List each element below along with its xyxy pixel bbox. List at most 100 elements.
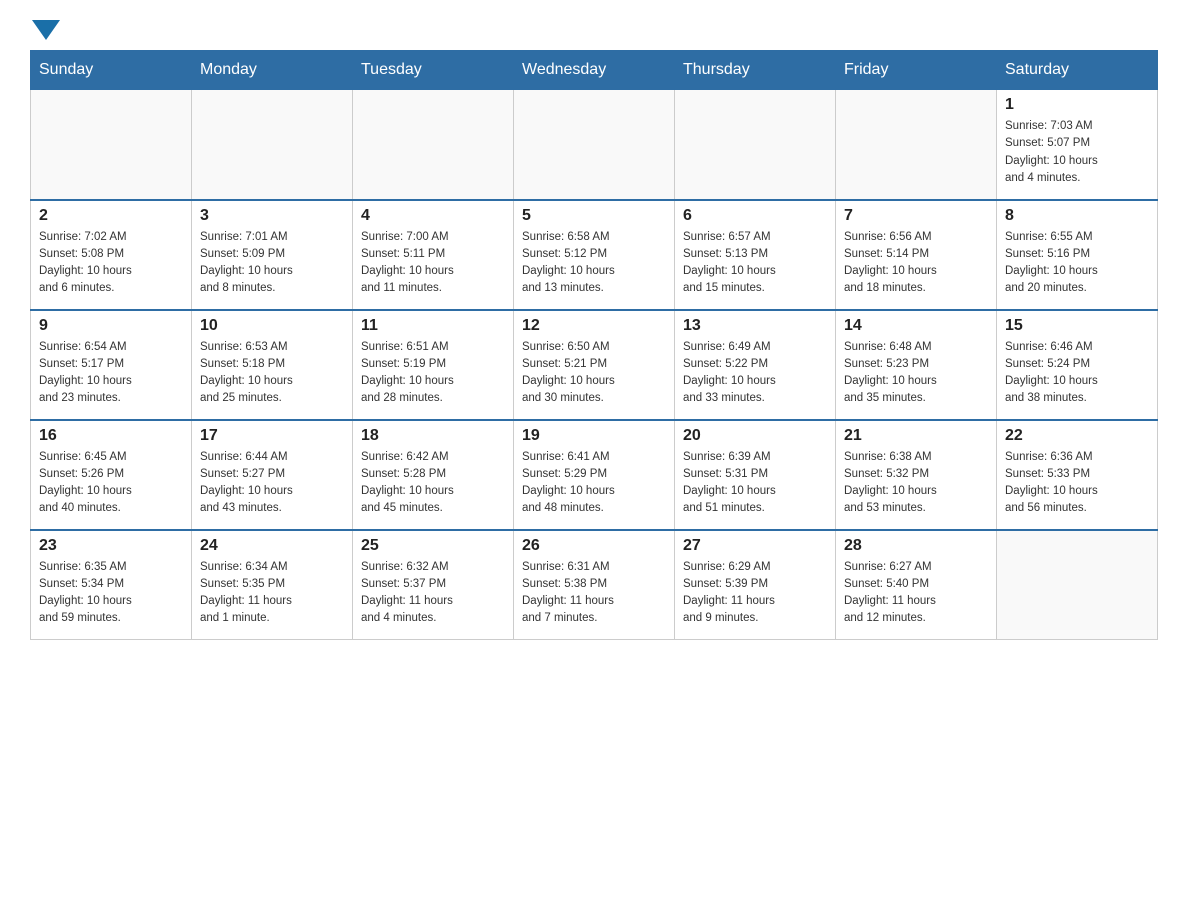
day-number: 26 — [522, 537, 666, 555]
day-number: 16 — [39, 427, 183, 445]
weekday-header-thursday: Thursday — [675, 51, 836, 90]
day-info: Sunrise: 6:45 AM Sunset: 5:26 PM Dayligh… — [39, 449, 183, 518]
day-info: Sunrise: 6:53 AM Sunset: 5:18 PM Dayligh… — [200, 339, 344, 408]
day-info: Sunrise: 6:41 AM Sunset: 5:29 PM Dayligh… — [522, 449, 666, 518]
calendar-week-row: 2 Sunrise: 7:02 AM Sunset: 5:08 PM Daylig… — [31, 200, 1158, 310]
calendar-cell: 25Sunrise: 6:32 AM Sunset: 5:37 PM Dayli… — [353, 530, 514, 640]
day-info: Sunrise: 6:49 AM Sunset: 5:22 PM Dayligh… — [683, 339, 827, 408]
calendar-cell: 10 Sunrise: 6:53 AM Sunset: 5:18 PM Dayli… — [192, 310, 353, 420]
weekday-header-wednesday: Wednesday — [514, 51, 675, 90]
day-info: Sunrise: 6:27 AM Sunset: 5:40 PM Dayligh… — [844, 559, 988, 628]
day-info: Sunrise: 7:03 AM Sunset: 5:07 PM Dayligh… — [1005, 118, 1149, 187]
calendar-cell: 15Sunrise: 6:46 AM Sunset: 5:24 PM Dayli… — [997, 310, 1158, 420]
day-info: Sunrise: 6:51 AM Sunset: 5:19 PM Dayligh… — [361, 339, 505, 408]
logo-triangle-icon — [32, 20, 60, 40]
calendar-cell: 17 Sunrise: 6:44 AM Sunset: 5:27 PM Dayli… — [192, 420, 353, 530]
weekday-header-row: SundayMondayTuesdayWednesdayThursdayFrid… — [31, 51, 1158, 90]
day-info: Sunrise: 7:00 AM Sunset: 5:11 PM Dayligh… — [361, 229, 505, 298]
day-number: 17 — [200, 427, 344, 445]
day-number: 10 — [200, 317, 344, 335]
calendar-cell: 27 Sunrise: 6:29 AM Sunset: 5:39 PM Dayli… — [675, 530, 836, 640]
calendar-table: SundayMondayTuesdayWednesdayThursdayFrid… — [30, 50, 1158, 640]
calendar-cell: 24 Sunrise: 6:34 AM Sunset: 5:35 PM Dayli… — [192, 530, 353, 640]
calendar-cell — [353, 90, 514, 200]
calendar-week-row: 1 Sunrise: 7:03 AM Sunset: 5:07 PM Daylig… — [31, 90, 1158, 200]
day-number: 19 — [522, 427, 666, 445]
weekday-header-friday: Friday — [836, 51, 997, 90]
day-info: Sunrise: 6:44 AM Sunset: 5:27 PM Dayligh… — [200, 449, 344, 518]
calendar-cell: 13 Sunrise: 6:49 AM Sunset: 5:22 PM Dayli… — [675, 310, 836, 420]
calendar-cell — [997, 530, 1158, 640]
day-number: 6 — [683, 207, 827, 225]
day-number: 3 — [200, 207, 344, 225]
day-info: Sunrise: 6:39 AM Sunset: 5:31 PM Dayligh… — [683, 449, 827, 518]
day-number: 12 — [522, 317, 666, 335]
calendar-cell: 7 Sunrise: 6:56 AM Sunset: 5:14 PM Daylig… — [836, 200, 997, 310]
calendar-week-row: 23 Sunrise: 6:35 AM Sunset: 5:34 PM Dayli… — [31, 530, 1158, 640]
calendar-cell: 16 Sunrise: 6:45 AM Sunset: 5:26 PM Dayli… — [31, 420, 192, 530]
calendar-cell: 23 Sunrise: 6:35 AM Sunset: 5:34 PM Dayli… — [31, 530, 192, 640]
calendar-cell: 20Sunrise: 6:39 AM Sunset: 5:31 PM Dayli… — [675, 420, 836, 530]
day-number: 8 — [1005, 207, 1149, 225]
day-number: 4 — [361, 207, 505, 225]
day-number: 5 — [522, 207, 666, 225]
weekday-header-monday: Monday — [192, 51, 353, 90]
calendar-cell: 1 Sunrise: 7:03 AM Sunset: 5:07 PM Daylig… — [997, 90, 1158, 200]
day-number: 22 — [1005, 427, 1149, 445]
day-number: 1 — [1005, 96, 1149, 114]
calendar-cell: 2 Sunrise: 7:02 AM Sunset: 5:08 PM Daylig… — [31, 200, 192, 310]
day-number: 23 — [39, 537, 183, 555]
calendar-cell: 19 Sunrise: 6:41 AM Sunset: 5:29 PM Dayli… — [514, 420, 675, 530]
calendar-cell: 21Sunrise: 6:38 AM Sunset: 5:32 PM Dayli… — [836, 420, 997, 530]
day-info: Sunrise: 6:36 AM Sunset: 5:33 PM Dayligh… — [1005, 449, 1149, 518]
logo — [30, 20, 62, 40]
day-number: 13 — [683, 317, 827, 335]
calendar-cell — [192, 90, 353, 200]
day-info: Sunrise: 6:58 AM Sunset: 5:12 PM Dayligh… — [522, 229, 666, 298]
day-info: Sunrise: 6:42 AM Sunset: 5:28 PM Dayligh… — [361, 449, 505, 518]
day-number: 14 — [844, 317, 988, 335]
page-header — [30, 20, 1158, 40]
calendar-cell: 3 Sunrise: 7:01 AM Sunset: 5:09 PM Daylig… — [192, 200, 353, 310]
day-info: Sunrise: 6:48 AM Sunset: 5:23 PM Dayligh… — [844, 339, 988, 408]
day-info: Sunrise: 7:01 AM Sunset: 5:09 PM Dayligh… — [200, 229, 344, 298]
calendar-cell: 12 Sunrise: 6:50 AM Sunset: 5:21 PM Dayli… — [514, 310, 675, 420]
calendar-cell — [836, 90, 997, 200]
calendar-cell: 5 Sunrise: 6:58 AM Sunset: 5:12 PM Daylig… — [514, 200, 675, 310]
weekday-header-tuesday: Tuesday — [353, 51, 514, 90]
calendar-cell — [675, 90, 836, 200]
day-number: 24 — [200, 537, 344, 555]
day-number: 21 — [844, 427, 988, 445]
day-info: Sunrise: 6:50 AM Sunset: 5:21 PM Dayligh… — [522, 339, 666, 408]
calendar-cell: 26 Sunrise: 6:31 AM Sunset: 5:38 PM Dayli… — [514, 530, 675, 640]
calendar-cell: 11 Sunrise: 6:51 AM Sunset: 5:19 PM Dayli… — [353, 310, 514, 420]
day-info: Sunrise: 6:34 AM Sunset: 5:35 PM Dayligh… — [200, 559, 344, 628]
calendar-cell: 18 Sunrise: 6:42 AM Sunset: 5:28 PM Dayli… — [353, 420, 514, 530]
day-info: Sunrise: 6:31 AM Sunset: 5:38 PM Dayligh… — [522, 559, 666, 628]
calendar-week-row: 9 Sunrise: 6:54 AM Sunset: 5:17 PM Daylig… — [31, 310, 1158, 420]
day-info: Sunrise: 6:54 AM Sunset: 5:17 PM Dayligh… — [39, 339, 183, 408]
calendar-cell: 22 Sunrise: 6:36 AM Sunset: 5:33 PM Dayli… — [997, 420, 1158, 530]
day-info: Sunrise: 6:55 AM Sunset: 5:16 PM Dayligh… — [1005, 229, 1149, 298]
day-number: 18 — [361, 427, 505, 445]
calendar-cell: 9 Sunrise: 6:54 AM Sunset: 5:17 PM Daylig… — [31, 310, 192, 420]
day-number: 15 — [1005, 317, 1149, 335]
calendar-cell — [514, 90, 675, 200]
day-info: Sunrise: 6:35 AM Sunset: 5:34 PM Dayligh… — [39, 559, 183, 628]
day-info: Sunrise: 6:56 AM Sunset: 5:14 PM Dayligh… — [844, 229, 988, 298]
day-number: 25 — [361, 537, 505, 555]
day-info: Sunrise: 7:02 AM Sunset: 5:08 PM Dayligh… — [39, 229, 183, 298]
weekday-header-sunday: Sunday — [31, 51, 192, 90]
calendar-cell: 14 Sunrise: 6:48 AM Sunset: 5:23 PM Dayli… — [836, 310, 997, 420]
weekday-header-saturday: Saturday — [997, 51, 1158, 90]
calendar-week-row: 16 Sunrise: 6:45 AM Sunset: 5:26 PM Dayli… — [31, 420, 1158, 530]
day-number: 2 — [39, 207, 183, 225]
calendar-cell: 8 Sunrise: 6:55 AM Sunset: 5:16 PM Daylig… — [997, 200, 1158, 310]
day-info: Sunrise: 6:29 AM Sunset: 5:39 PM Dayligh… — [683, 559, 827, 628]
day-info: Sunrise: 6:57 AM Sunset: 5:13 PM Dayligh… — [683, 229, 827, 298]
calendar-cell — [31, 90, 192, 200]
day-number: 27 — [683, 537, 827, 555]
day-number: 11 — [361, 317, 505, 335]
day-number: 9 — [39, 317, 183, 335]
day-number: 7 — [844, 207, 988, 225]
